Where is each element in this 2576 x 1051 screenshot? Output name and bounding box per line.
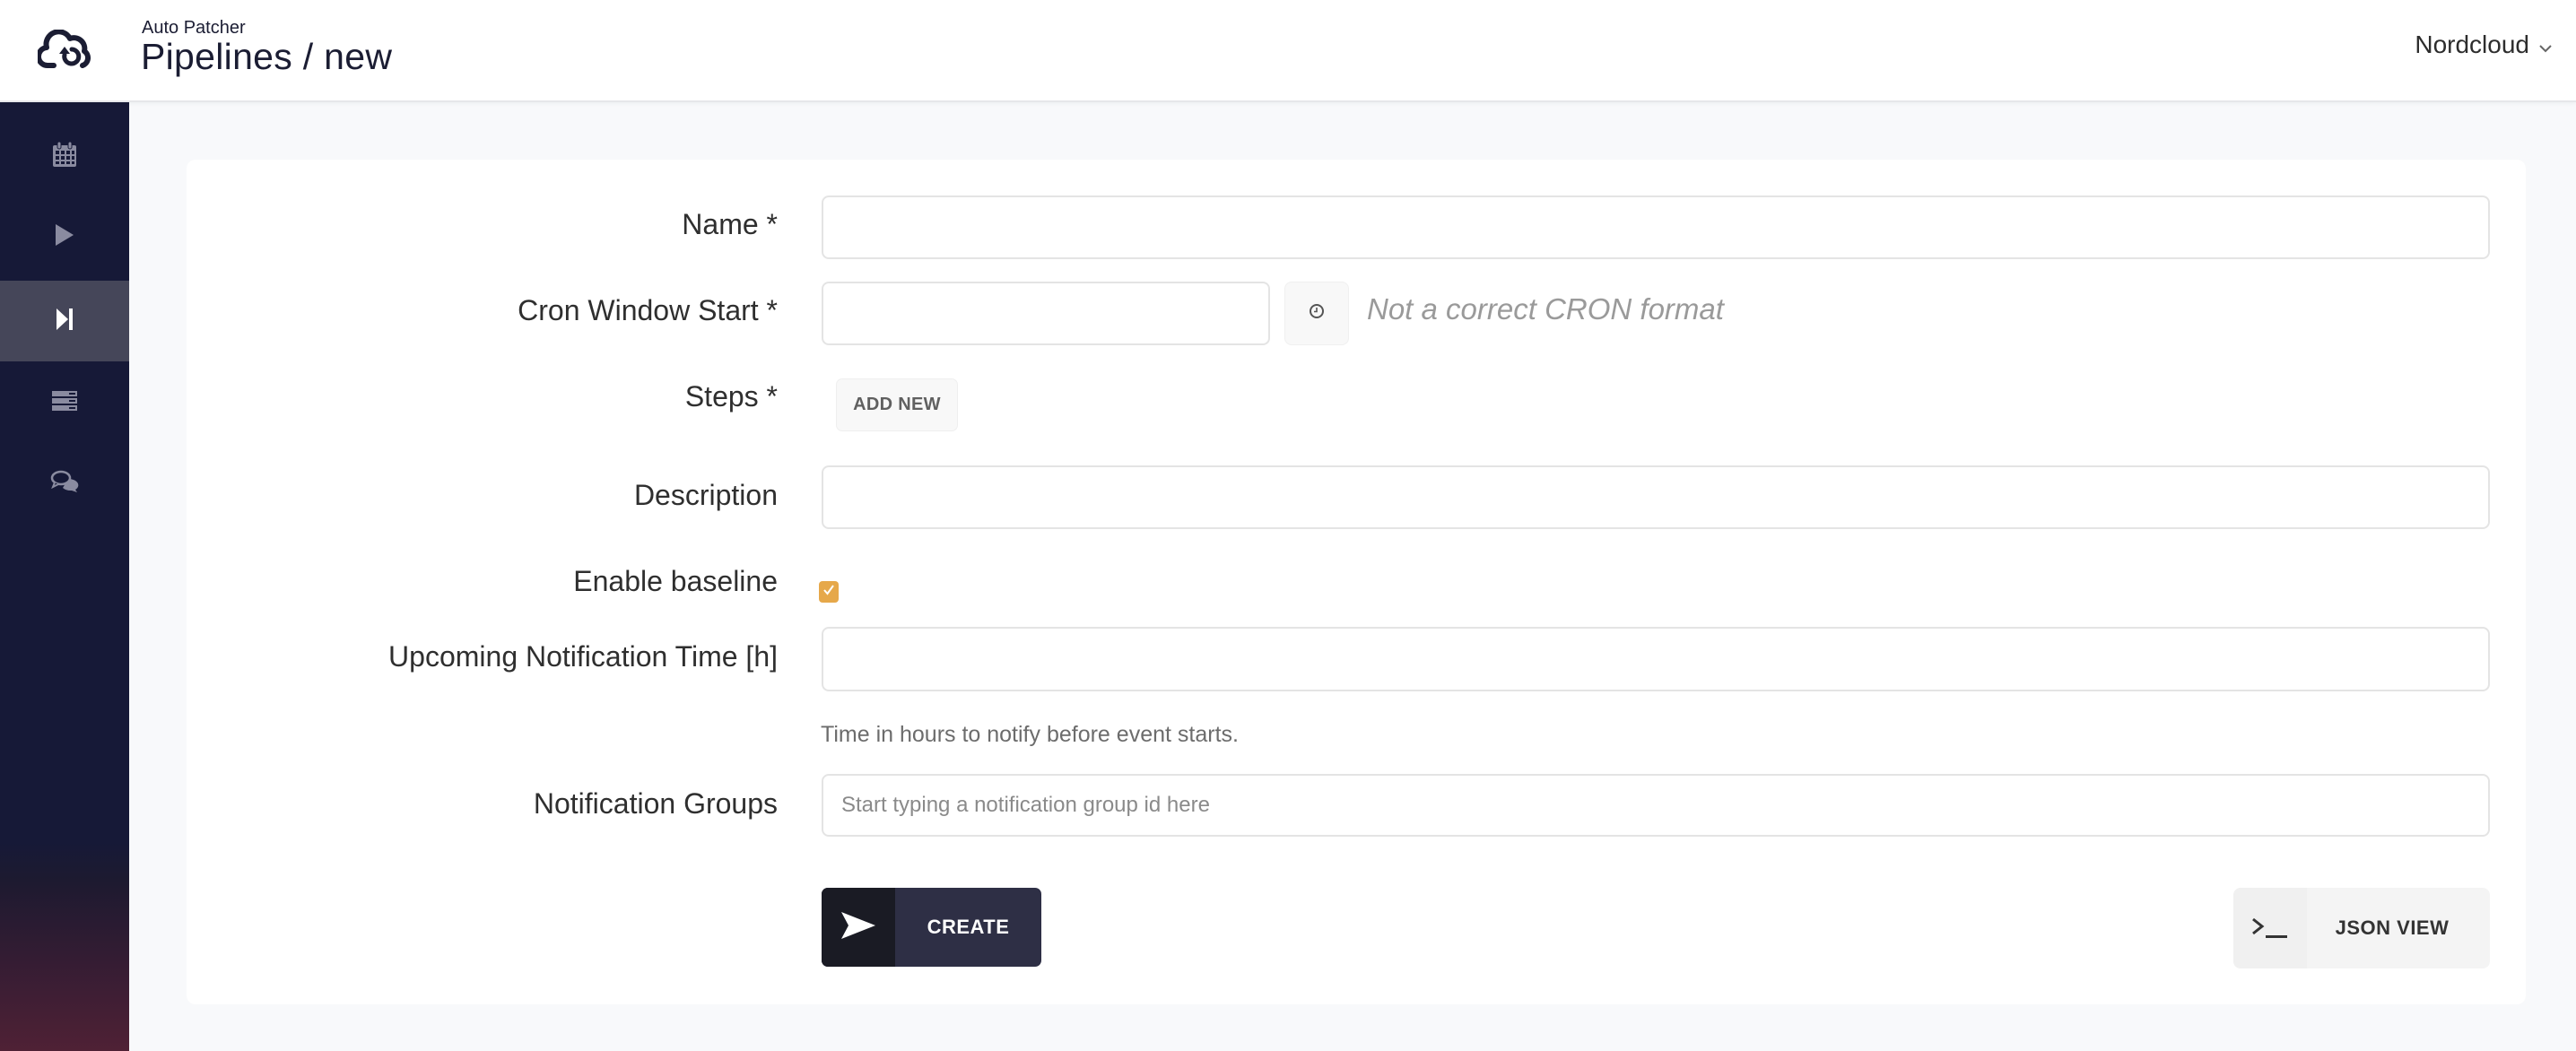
cron-error-message: Not a correct CRON format [1367,292,1724,326]
form-card [187,160,2526,1004]
description-input[interactable] [822,465,2490,529]
cron-picker-button[interactable] [1284,282,1349,345]
cron-window-start-label: Cron Window Start * [518,294,778,326]
play-icon [54,223,75,251]
enable-baseline-label: Enable baseline [573,565,778,597]
create-icon-section [822,888,895,967]
server-list-icon [51,390,78,416]
org-switcher[interactable]: Nordcloud [2415,30,2553,59]
json-view-label: JSON VIEW [2335,916,2450,939]
upcoming-notification-time-input[interactable] [822,627,2490,691]
skip-forward-icon [56,308,74,335]
cloud-upload-icon[interactable] [32,23,97,77]
clock-icon [1309,303,1325,324]
json-icon-section [2233,888,2307,968]
page-title: Pipelines / new [141,36,393,77]
top-header: Auto Patcher Pipelines / new Nordcloud [0,0,2576,102]
notification-groups-input[interactable] [822,774,2490,837]
upcoming-notification-time-label: Upcoming Notification Time [h] [388,640,778,673]
terminal-icon [2250,912,2290,945]
notification-groups-label: Notification Groups [533,787,778,820]
chevron-down-icon [2538,30,2553,59]
sidebar [0,102,129,1051]
cron-window-start-input[interactable] [822,282,1270,345]
sidebar-item-run[interactable] [0,196,129,277]
sidebar-item-servers[interactable] [0,362,129,443]
sidebar-item-calendar[interactable] [0,116,129,196]
name-input[interactable] [822,195,2490,259]
chat-bubbles-icon [50,470,79,498]
steps-label: Steps * [684,380,778,413]
sidebar-item-messages[interactable] [0,443,129,524]
notification-time-help: Time in hours to notify before event sta… [821,722,1239,747]
sidebar-item-pipelines[interactable] [0,281,129,361]
send-icon [840,911,876,944]
add-step-button[interactable]: ADD NEW [836,378,958,431]
description-label: Description [633,479,778,511]
name-label: Name * [682,208,778,240]
checkmark-icon [822,584,835,601]
json-view-button[interactable]: JSON VIEW [2233,888,2490,968]
calendar-icon [52,141,77,172]
create-button[interactable]: CREATE [822,888,1041,967]
org-name: Nordcloud [2415,30,2529,58]
enable-baseline-checkbox[interactable] [819,581,839,603]
create-label: CREATE [927,916,1010,938]
